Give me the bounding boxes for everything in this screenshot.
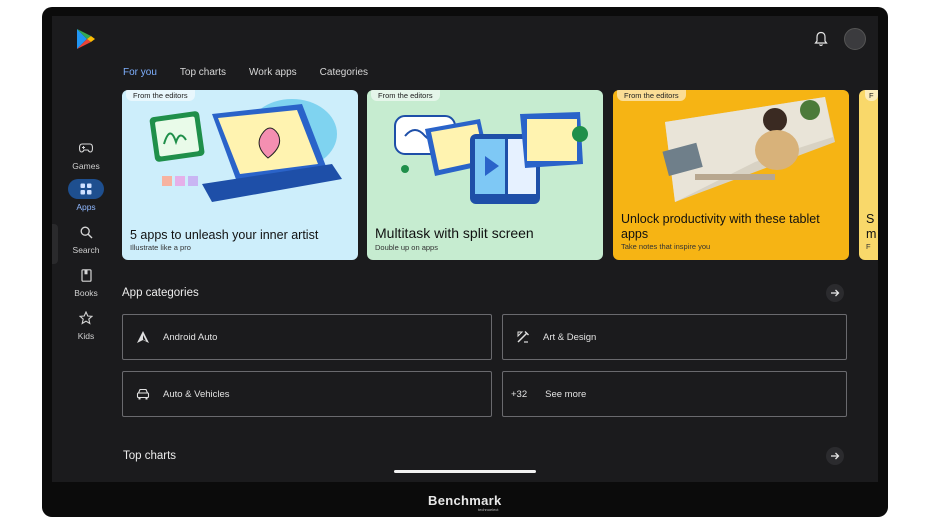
watermark-tagline: technoelect (478, 507, 499, 512)
nav-label-kids: Kids (77, 331, 95, 341)
card-subtitle: F (866, 242, 871, 251)
top-tabs: For you Top charts Work apps Categories (123, 67, 391, 87)
card-subtitle: Take notes that inspire you (621, 242, 711, 251)
nav-item-apps[interactable]: Apps (66, 179, 106, 212)
editorial-card-productivity[interactable]: From the editors Unlock productivity wit… (613, 90, 849, 260)
benchmark-watermark-logo: Benchmark (428, 493, 502, 508)
app-categories-arrow-button[interactable] (826, 284, 844, 302)
nav-label-apps: Apps (76, 202, 96, 212)
category-art-design[interactable]: Art & Design (502, 314, 847, 360)
category-label: Auto & Vehicles (163, 388, 230, 400)
editorial-card-multitask[interactable]: From the editors Multitask with split sc… (367, 90, 603, 260)
search-icon (68, 222, 104, 242)
card-subtitle: Double up on apps (375, 243, 438, 252)
card-title: Unlock productivity with these tablet ap… (621, 212, 820, 241)
category-auto-vehicles[interactable]: Auto & Vehicles (122, 371, 492, 417)
card-badge: From the editors (617, 90, 686, 101)
top-charts-heading: Top charts (123, 450, 177, 462)
see-more-count: +32 (511, 388, 528, 400)
car-icon (135, 386, 151, 402)
play-store-screen: For you Top charts Work apps Categories … (52, 16, 878, 482)
gamepad-icon (68, 138, 104, 158)
tab-work-apps[interactable]: Work apps (249, 67, 297, 87)
gesture-home-bar[interactable] (394, 470, 536, 473)
card-badge: From the editors (126, 90, 195, 101)
account-avatar[interactable] (844, 28, 866, 50)
card-title: 5 apps to unleash your inner artist (130, 228, 319, 242)
card-title: Multitask with split screen (375, 225, 534, 241)
google-play-logo-icon[interactable] (76, 28, 96, 50)
tab-categories[interactable]: Categories (320, 67, 368, 87)
nav-item-books[interactable]: Books (66, 265, 106, 298)
book-icon (68, 265, 104, 285)
editorial-card-next[interactable]: F S m F (859, 90, 878, 260)
pen-ruler-icon (515, 329, 531, 345)
nav-label-search: Search (72, 245, 100, 255)
card-badge: F (865, 90, 878, 101)
card-badge: From the editors (371, 90, 440, 101)
apps-grid-icon (68, 179, 104, 199)
nav-item-search[interactable]: Search (66, 222, 106, 255)
android-auto-icon (135, 329, 151, 345)
productivity-photo (662, 97, 835, 202)
tab-for-you[interactable]: For you (123, 67, 157, 87)
star-icon (68, 308, 104, 328)
arrow-right-icon (831, 289, 840, 297)
category-see-more[interactable]: +32 See more (502, 371, 847, 417)
card-title: S m (866, 212, 877, 241)
category-label: Art & Design (543, 331, 597, 343)
tab-top-charts[interactable]: Top charts (180, 67, 226, 87)
notification-bell-icon[interactable] (814, 31, 828, 47)
top-charts-arrow-button[interactable] (826, 447, 844, 465)
app-categories-heading: App categories (122, 287, 199, 299)
editorial-card-artist[interactable]: From the editors 5 apps to unleash your … (122, 90, 358, 260)
card-subtitle: Illustrate like a pro (130, 243, 191, 252)
side-panel-handle[interactable] (52, 224, 58, 264)
arrow-right-icon (831, 452, 840, 460)
category-android-auto[interactable]: Android Auto (122, 314, 492, 360)
see-more-label: See more (545, 388, 587, 400)
nav-item-games[interactable]: Games (66, 138, 106, 171)
multitask-illustration (394, 112, 588, 204)
nav-item-kids[interactable]: Kids (66, 308, 106, 341)
category-label: Android Auto (163, 331, 218, 343)
artist-illustration (149, 99, 342, 202)
nav-label-games: Games (72, 161, 100, 171)
nav-label-books: Books (74, 288, 98, 298)
